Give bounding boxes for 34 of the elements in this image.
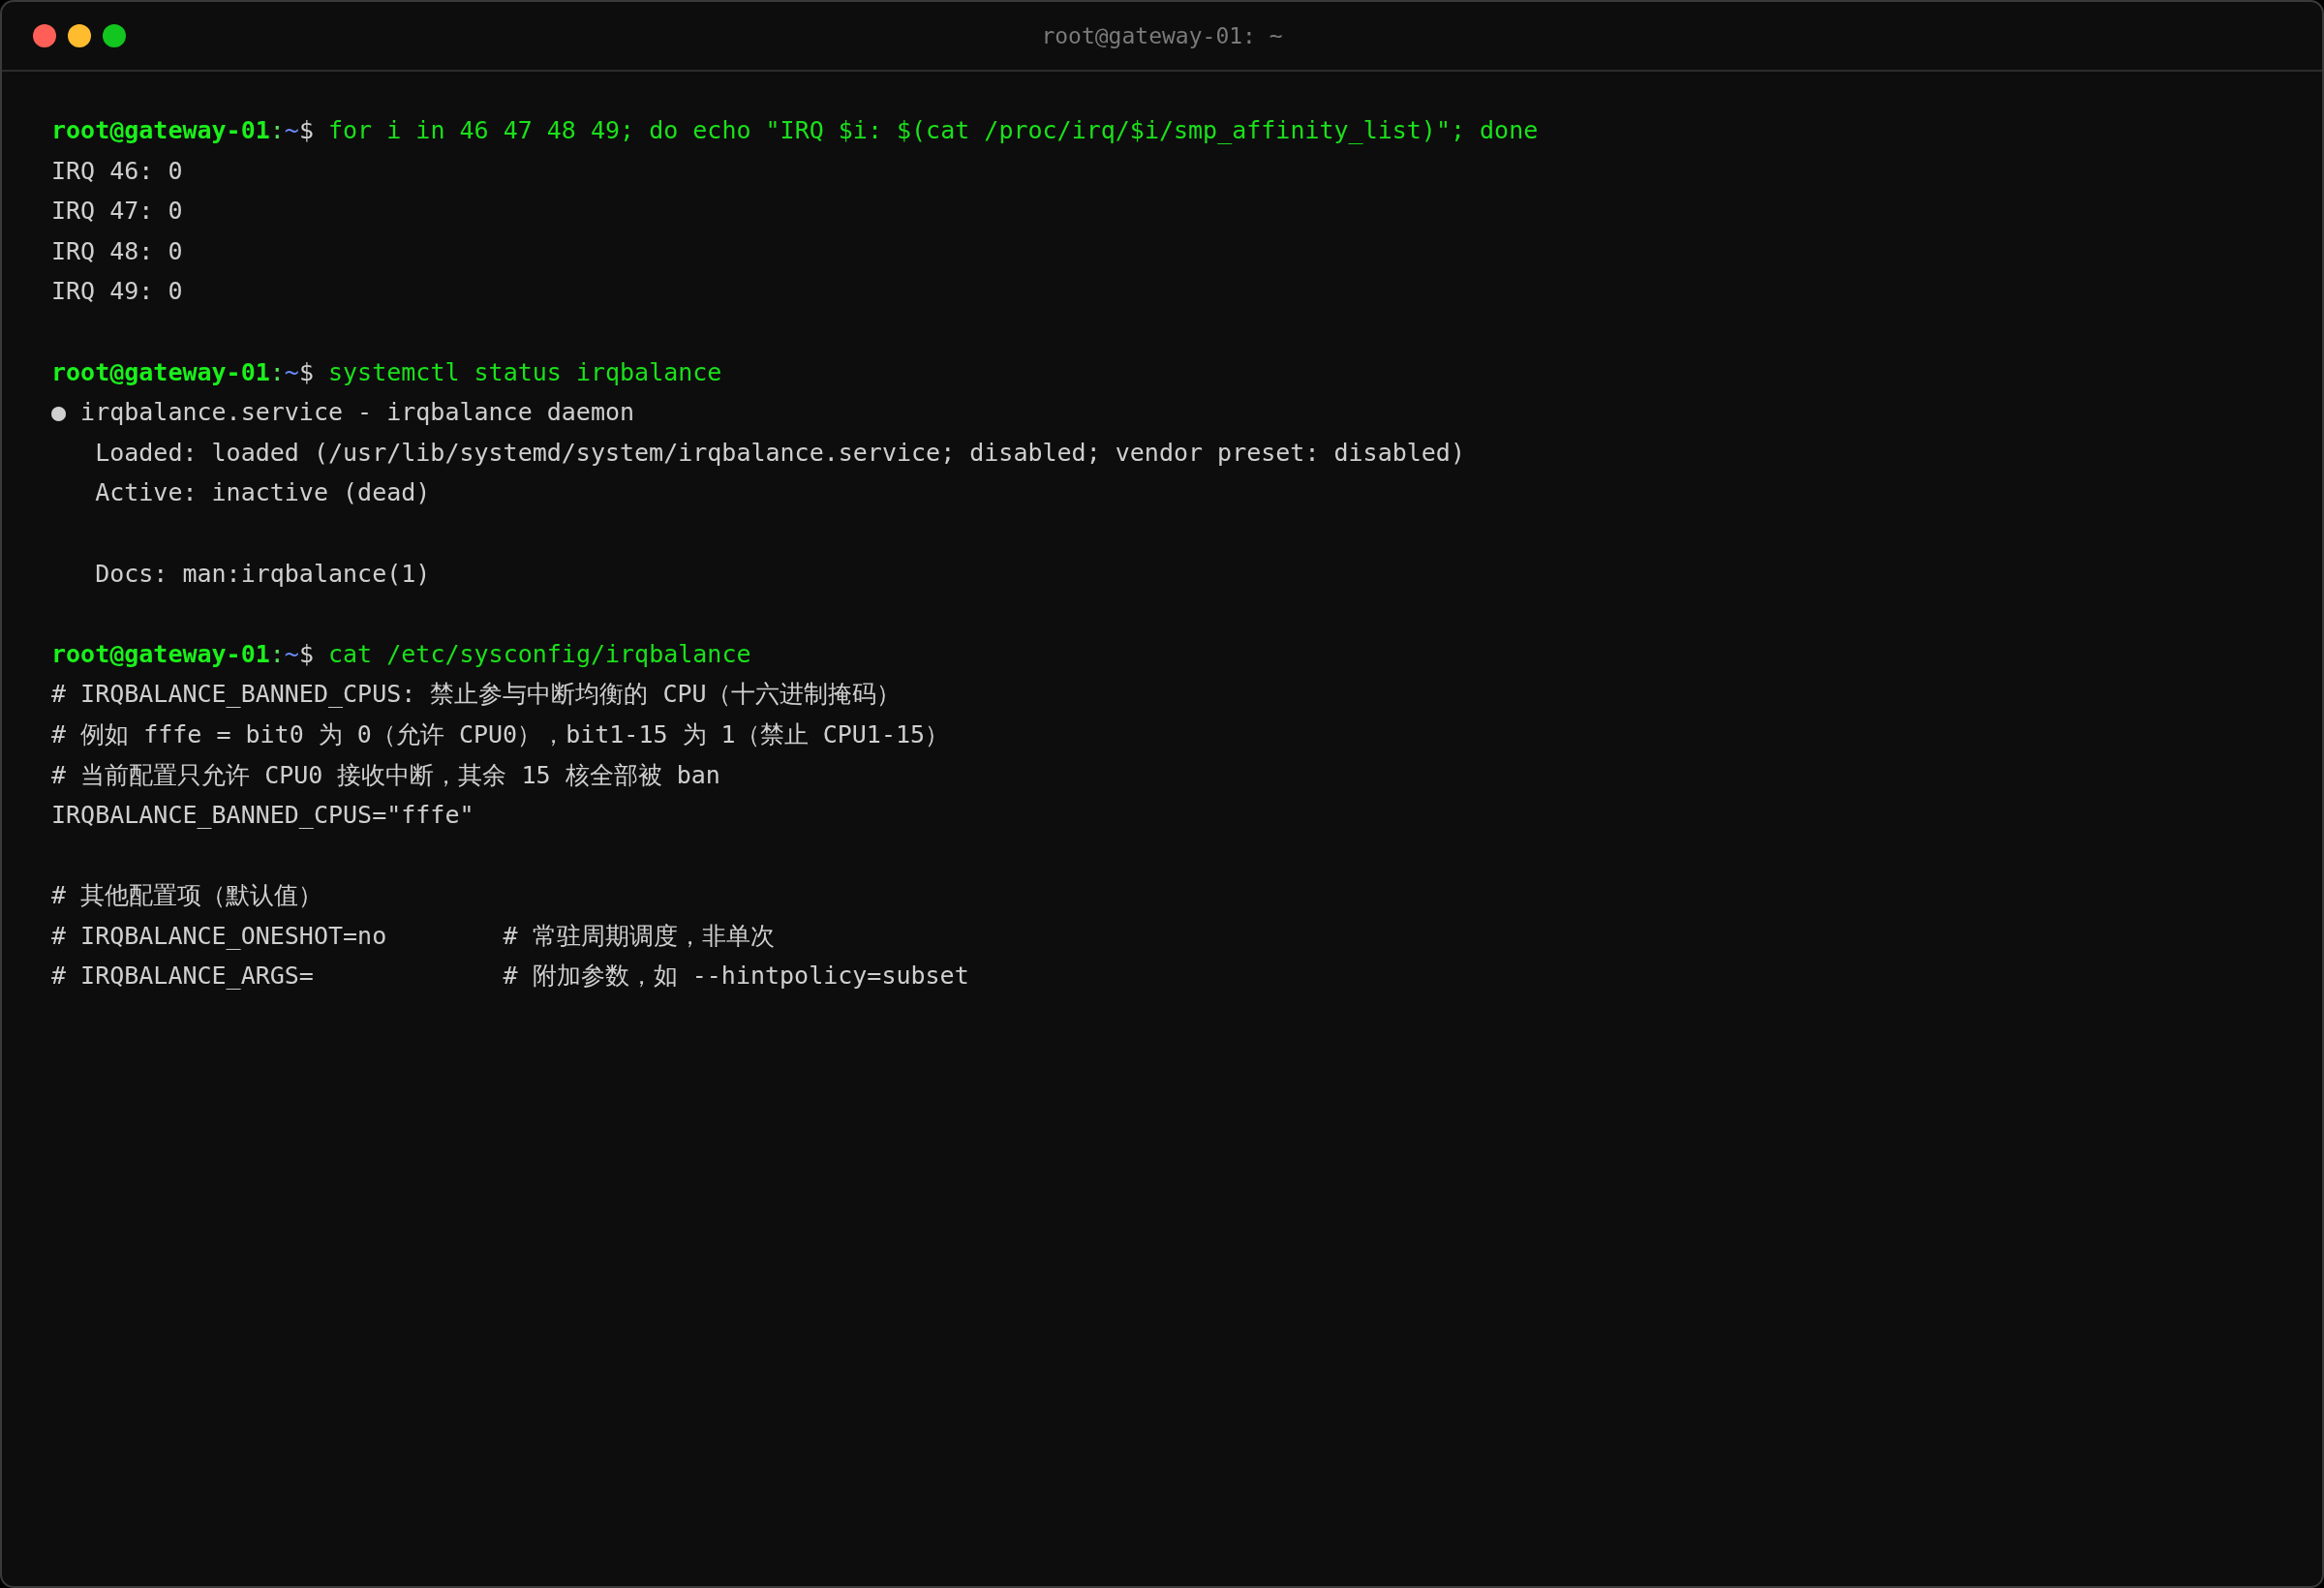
output-line: Docs: man:irqbalance(1): [94, 559, 431, 588]
prompt-symbol: $: [298, 357, 314, 386]
output-line: IRQ 46: 0: [51, 156, 183, 185]
output-line: IRQ 49: 0: [51, 277, 183, 306]
prompt-separator: :: [269, 639, 285, 668]
output-line: IRQ 48: 0: [51, 236, 183, 265]
prompt-path: ~: [284, 357, 299, 386]
prompt-symbol: $: [298, 639, 314, 668]
prompt-path: ~: [284, 639, 299, 668]
output-line: IRQBALANCE_BANNED_CPUS="fffe": [51, 801, 474, 830]
prompt-symbol: $: [298, 116, 314, 144]
prompt-separator: :: [269, 357, 285, 386]
close-button[interactable]: [33, 24, 56, 47]
output-line: # IRQBALANCE_BANNED_CPUS: 禁止参与中断均衡的 CPU（十六进制掩码）: [51, 680, 901, 709]
output-line: # IRQBALANCE_ARGS= # 附加参数，如 --hintpolicy=subset: [51, 962, 969, 991]
prompt-separator: :: [269, 116, 285, 144]
window-title: root@gateway-01: ~: [1041, 23, 1283, 48]
output-line: Active: inactive (dead): [94, 478, 431, 507]
output-line: # 其他配置项（默认值）: [51, 881, 323, 910]
output-line: IRQ 47: 0: [51, 197, 183, 226]
prompt-path: ~: [284, 116, 299, 144]
prompt-user-host: root@gateway-01: [51, 116, 270, 144]
prompt-user-host: root@gateway-01: [51, 357, 270, 386]
output-line: Loaded: loaded (/usr/lib/systemd/system/irqbalance.service; disabled; vendor preset: disabled): [94, 438, 1465, 467]
command-text: systemctl status irqbalance: [327, 357, 722, 386]
command-text: for i in 46 47 48 49; do echo "IRQ $i: $(cat /proc/irq/$i/smp_affinity_list)"; done: [327, 116, 1539, 144]
output-line: ● irqbalance.service - irqbalance daemon: [51, 398, 635, 427]
prompt-user-host: root@gateway-01: [51, 639, 270, 668]
output-line: # 例如 fffe = bit0 为 0（允许 CPU0），bit1-15 为 1（禁止 CPU1-15）: [51, 719, 950, 748]
output-line: # 当前配置只允许 CPU0 接收中断，其余 15 核全部被 ban: [51, 760, 720, 789]
command-text: cat /etc/sysconfig/irqbalance: [327, 639, 751, 668]
output-line: # IRQBALANCE_ONESHOT=no # 常驻周期调度，非单次: [51, 921, 775, 950]
minimize-button[interactable]: [68, 24, 91, 47]
maximize-button[interactable]: [103, 24, 126, 47]
